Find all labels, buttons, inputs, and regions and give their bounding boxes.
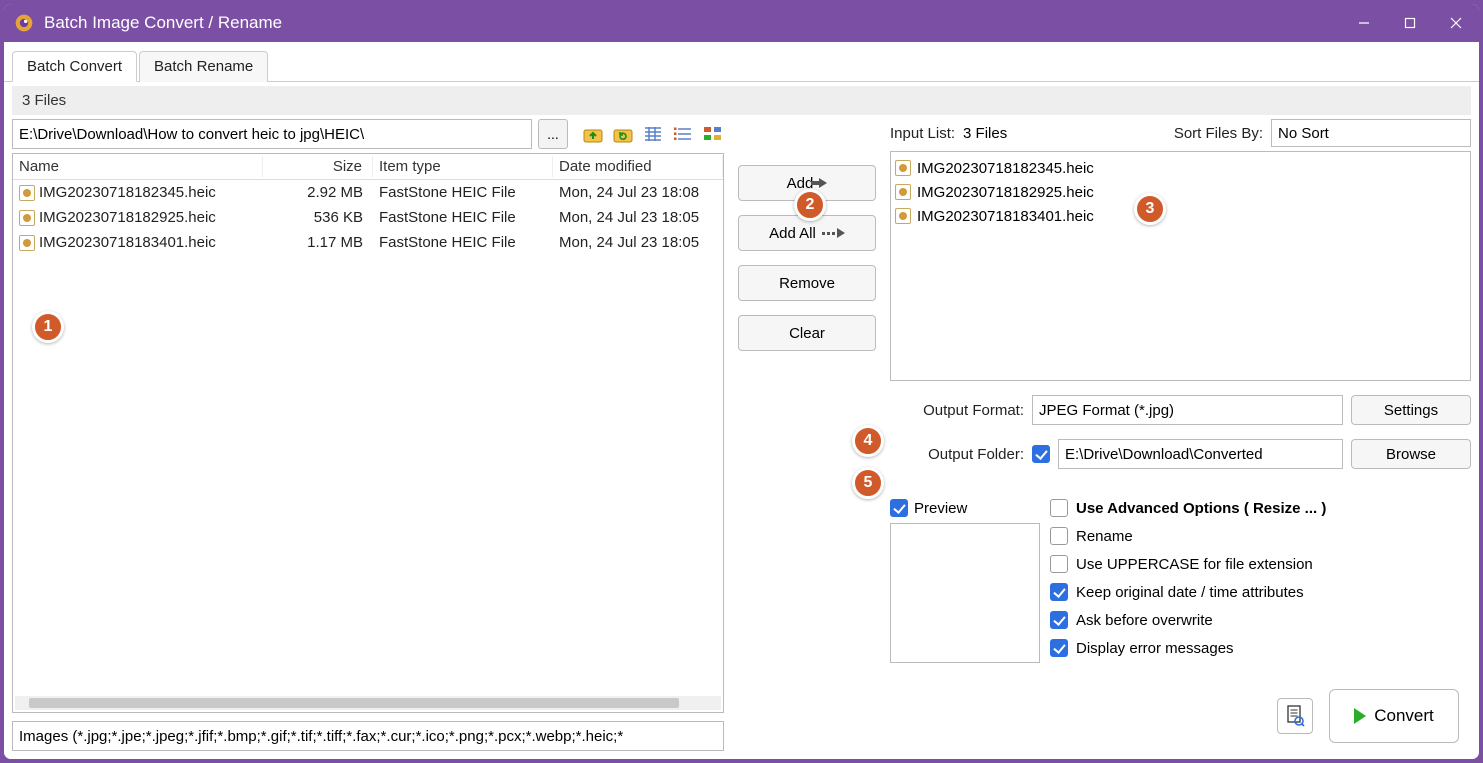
remove-button[interactable]: Remove: [738, 265, 876, 301]
file-row[interactable]: IMG20230718182345.heic2.92 MBFastStone H…: [13, 180, 723, 205]
display-errors-checkbox[interactable]: [1050, 639, 1068, 657]
browse-button[interactable]: Browse: [1351, 439, 1471, 469]
titlebar: Batch Image Convert / Rename: [4, 4, 1479, 42]
uppercase-label: Use UPPERCASE for file extension: [1076, 556, 1313, 573]
annotation-badge-3: 3: [1134, 193, 1166, 225]
path-input[interactable]: [12, 119, 532, 149]
file-count-bar: 3 Files: [12, 86, 1471, 115]
column-size[interactable]: Size: [263, 156, 373, 177]
output-format-select[interactable]: JPEG Format (*.jpg): [1032, 395, 1343, 425]
advanced-options-checkbox[interactable]: [1050, 499, 1068, 517]
file-icon: [19, 235, 35, 251]
input-list[interactable]: IMG20230718182345.heicIMG20230718182925.…: [890, 151, 1471, 381]
output-folder-label: Output Folder:: [890, 446, 1024, 463]
maximize-button[interactable]: [1387, 4, 1433, 42]
preview-checkbox[interactable]: [890, 499, 908, 517]
file-row[interactable]: IMG20230718183401.heic1.17 MBFastStone H…: [13, 230, 723, 255]
annotation-badge-4: 4: [852, 425, 884, 457]
file-icon: [895, 208, 911, 224]
browse-path-button[interactable]: ...: [538, 119, 568, 149]
ask-overwrite-checkbox[interactable]: [1050, 611, 1068, 629]
folder-up-icon[interactable]: [582, 123, 604, 145]
minimize-button[interactable]: [1341, 4, 1387, 42]
preview-box: [890, 523, 1040, 663]
input-list-label: Input List:: [890, 125, 955, 142]
arrow-right-icon: [819, 178, 827, 188]
settings-button[interactable]: Settings: [1351, 395, 1471, 425]
file-icon: [19, 185, 35, 201]
annotation-badge-1: 1: [32, 311, 64, 343]
output-folder-input[interactable]: [1058, 439, 1343, 469]
file-icon: [19, 210, 35, 226]
column-date[interactable]: Date modified: [553, 156, 723, 177]
output-folder-checkbox[interactable]: [1032, 445, 1050, 463]
window-title: Batch Image Convert / Rename: [44, 13, 282, 33]
sort-select[interactable]: No Sort: [1271, 119, 1471, 147]
rename-checkbox[interactable]: [1050, 527, 1068, 545]
folder-refresh-icon[interactable]: [612, 123, 634, 145]
input-list-count: 3 Files: [963, 125, 1007, 142]
keep-date-checkbox[interactable]: [1050, 583, 1068, 601]
input-list-item[interactable]: IMG20230718182345.heic: [895, 156, 1466, 180]
convert-button[interactable]: Convert: [1329, 689, 1459, 743]
view-list-icon[interactable]: [672, 123, 694, 145]
uppercase-checkbox[interactable]: [1050, 555, 1068, 573]
display-errors-label: Display error messages: [1076, 640, 1234, 657]
clear-button[interactable]: Clear: [738, 315, 876, 351]
preview-label: Preview: [914, 500, 967, 517]
tabs: Batch Convert Batch Rename: [4, 42, 1479, 82]
file-browser[interactable]: Name Size Item type Date modified IMG202…: [12, 153, 724, 713]
tab-batch-convert[interactable]: Batch Convert: [12, 51, 137, 82]
advanced-options-label: Use Advanced Options ( Resize ... ): [1076, 500, 1326, 517]
play-icon: [1354, 708, 1366, 724]
keep-date-label: Keep original date / time attributes: [1076, 584, 1304, 601]
file-type-filter[interactable]: Images (*.jpg;*.jpe;*.jpeg;*.jfif;*.bmp;…: [12, 721, 724, 751]
view-thumbnails-icon[interactable]: [702, 123, 724, 145]
preview-list-button[interactable]: [1277, 698, 1313, 734]
ask-overwrite-label: Ask before overwrite: [1076, 612, 1213, 629]
input-list-item[interactable]: IMG20230718182925.heic: [895, 180, 1466, 204]
horizontal-scrollbar[interactable]: [15, 696, 721, 710]
annotation-badge-2: 2: [794, 189, 826, 221]
file-icon: [895, 160, 911, 176]
tab-batch-rename[interactable]: Batch Rename: [139, 51, 268, 82]
file-icon: [895, 184, 911, 200]
file-list-header: Name Size Item type Date modified: [13, 154, 723, 180]
arrow-all-icon: [822, 228, 845, 238]
close-button[interactable]: [1433, 4, 1479, 42]
column-type[interactable]: Item type: [373, 156, 553, 177]
output-format-label: Output Format:: [890, 402, 1024, 419]
column-name[interactable]: Name: [13, 156, 263, 177]
file-row[interactable]: IMG20230718182925.heic536 KBFastStone HE…: [13, 205, 723, 230]
sort-label: Sort Files By:: [1174, 125, 1263, 142]
annotation-badge-5: 5: [852, 467, 884, 499]
app-icon: [14, 13, 34, 33]
rename-label: Rename: [1076, 528, 1133, 545]
input-list-item[interactable]: IMG20230718183401.heic: [895, 204, 1466, 228]
view-details-icon[interactable]: [642, 123, 664, 145]
